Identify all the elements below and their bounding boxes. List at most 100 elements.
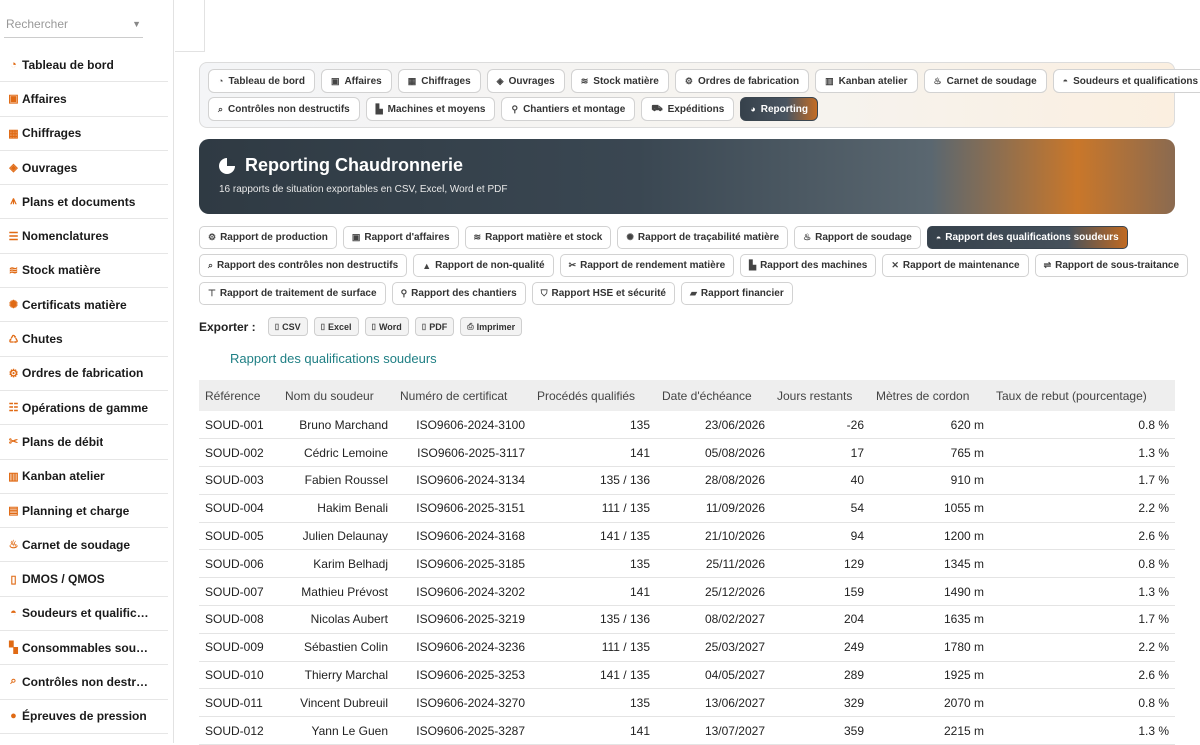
report-tab-rapport-de-maintenance[interactable]: ✕ Rapport de maintenance xyxy=(882,254,1029,277)
tab-soudeurs-et-qualifications[interactable]: ◓ Soudeurs et qualifications xyxy=(1052,69,1200,93)
fire-icon: ♨ xyxy=(8,539,19,552)
tab-carnet-de-soudage[interactable]: ♨ Carnet de soudage xyxy=(923,69,1047,93)
report-tab-rapport-d-affaires[interactable]: ▣ Rapport d'affaires xyxy=(342,226,459,249)
sidebar-item-operations-de-gamme[interactable]: ☷ Opérations de gamme xyxy=(0,391,168,426)
column-header-reference[interactable]: Référence xyxy=(199,380,279,411)
sidebar-item-plans-de-debit[interactable]: ✂ Plans de débit xyxy=(0,425,168,460)
table-cell-numero-de-certificat: ISO9606-2024-3202 xyxy=(394,577,531,607)
table-cell-jours-restants: 359 xyxy=(771,716,870,745)
tab-controles-non-destructifs[interactable]: ⌕ Contrôles non destructifs xyxy=(208,97,360,121)
table-cell-taux-de-rebut-pourcentage: 2.6 % xyxy=(990,661,1175,690)
tab-reporting[interactable]: ◕ Reporting xyxy=(740,97,818,121)
tab-ouvrages[interactable]: ◈ Ouvrages xyxy=(486,69,565,93)
report-tab-rapport-de-rendement-matiere[interactable]: ✂ Rapport de rendement matière xyxy=(559,254,735,277)
report-tab-rapport-des-chantiers[interactable]: ⚲ Rapport des chantiers xyxy=(391,282,526,305)
sidebar-item-ordres-de-fabrication[interactable]: ⚙ Ordres de fabrication xyxy=(0,357,168,391)
table-cell-nom-du-soudeur: Mathieu Prévost xyxy=(279,577,394,607)
table-cell-procedes-qualifies: 135 xyxy=(531,411,656,440)
tab-machines-et-moyens[interactable]: ▙ Machines et moyens xyxy=(365,97,496,121)
sidebar-item-controles-non-destr[interactable]: ⌕ Contrôles non destr… xyxy=(0,665,168,700)
table-cell-metres-de-cordon: 1780 m xyxy=(870,633,990,662)
sidebar-item-plans-et-documents[interactable]: ⩚ Plans et documents xyxy=(0,185,168,220)
tab-label: Soudeurs et qualifications xyxy=(1073,75,1199,87)
table-cell-numero-de-certificat: ISO9606-2025-3287 xyxy=(394,716,531,745)
tab-chiffrages[interactable]: ▦ Chiffrages xyxy=(397,69,481,93)
report-tab-rapport-matiere-et-stock[interactable]: ≋ Rapport matière et stock xyxy=(464,226,612,249)
table-cell-date-d-echeance: 05/08/2026 xyxy=(656,438,771,468)
report-tab-rapport-de-traitement-de-surface[interactable]: ⊤ Rapport de traitement de surface xyxy=(199,282,386,305)
report-tab-rapport-de-production[interactable]: ⚙ Rapport de production xyxy=(199,226,337,249)
export-imprimer-button[interactable]: ⎙ Imprimer xyxy=(460,317,523,336)
sidebar-item-chutes[interactable]: ♺ Chutes xyxy=(0,322,168,357)
list-check-icon: ☷ xyxy=(8,402,19,415)
report-tab-rapport-de-soudage[interactable]: ♨ Rapport de soudage xyxy=(794,226,921,249)
sidebar-item-carnet-de-soudage[interactable]: ♨ Carnet de soudage xyxy=(0,528,168,563)
gears-icon: ⚙ xyxy=(8,367,19,380)
sidebar-item-chiffrages[interactable]: ▦ Chiffrages xyxy=(0,117,168,151)
tab-affaires[interactable]: ▣ Affaires xyxy=(320,69,392,93)
sidebar-item-nomenclatures[interactable]: ☰ Nomenclatures xyxy=(0,219,168,254)
report-tab-rapport-de-sous-traitance[interactable]: ⇌ Rapport de sous-traitance xyxy=(1034,254,1189,277)
column-header-date-d-echeance[interactable]: Date d'échéance xyxy=(656,380,771,411)
tab-tableau-de-bord[interactable]: ◔ Tableau de bord xyxy=(208,69,315,93)
report-tab-rapport-de-tracabilite-matiere[interactable]: ✺ Rapport de traçabilité matière xyxy=(617,226,789,249)
sidebar-item-stock-matiere[interactable]: ≋ Stock matière xyxy=(0,254,168,289)
tab-kanban-atelier[interactable]: ▥ Kanban atelier xyxy=(815,69,918,93)
export-csv-button[interactable]: ▯ CSV xyxy=(267,317,308,336)
sidebar-item-soudeurs-et-qualific[interactable]: ◓ Soudeurs et qualific… xyxy=(0,597,168,632)
sidebar-item-label: Tableau de bord xyxy=(22,57,114,72)
tab-expeditions[interactable]: ⛟ Expéditions xyxy=(641,97,735,121)
table-cell-jours-restants: -26 xyxy=(771,411,870,440)
sidebar-item-consommables-sou[interactable]: ▚ Consommables sou… xyxy=(0,631,168,666)
helmet-icon: ◓ xyxy=(935,232,942,243)
tab-stock-matiere[interactable]: ≋ Stock matière xyxy=(570,69,669,93)
table-cell-metres-de-cordon: 2215 m xyxy=(870,716,990,745)
tab-ordres-de-fabrication[interactable]: ⚙ Ordres de fabrication xyxy=(674,69,810,93)
table-header-row: Référence Nom du soudeur Numéro de certifi… xyxy=(199,380,1175,411)
report-tab-rapport-des-controles-non-destructifs[interactable]: ⌕ Rapport des contrôles non destructifs xyxy=(199,254,408,277)
column-header-numero-de-certificat[interactable]: Numéro de certificat xyxy=(394,380,531,411)
column-header-metres-de-cordon[interactable]: Mètres de cordon xyxy=(870,380,990,411)
report-tab-label: Rapport des qualifications soudeurs xyxy=(945,232,1119,243)
table-cell-metres-de-cordon: 1925 m xyxy=(870,661,990,690)
helmet-icon: ◓ xyxy=(1062,76,1069,86)
sidebar-item-dmos-qmos[interactable]: ▯ DMOS / QMOS xyxy=(0,562,168,597)
sidebar-item-tableau-de-bord[interactable]: ◔ Tableau de bord xyxy=(0,48,168,83)
fire-icon: ♨ xyxy=(933,75,942,86)
sidebar-item-ouvrages[interactable]: ◈ Ouvrages xyxy=(0,151,168,186)
report-tab-rapport-de-non-qualite[interactable]: ▲ Rapport de non-qualité xyxy=(413,254,554,277)
report-tab-rapport-financier[interactable]: ▰ Rapport financier xyxy=(681,282,793,305)
column-header-taux-de-rebut-pourcentage[interactable]: Taux de rebut (pourcentage) xyxy=(990,380,1175,411)
sidebar-menu: ◔ Tableau de bord ▣ Affaires ▦ Chiffrages ◈ Ouv… xyxy=(0,48,173,734)
table-body: SOUD-001 Bruno Marchand ISO9606-2024-3100 1… xyxy=(199,411,1175,745)
report-tab-rapport-hse-et-securite[interactable]: ⛉ Rapport HSE et sécurité xyxy=(531,282,675,305)
table-columns-icon: ▥ xyxy=(825,75,834,86)
export-word-button[interactable]: ▯ Word xyxy=(364,317,409,336)
reporting-banner: Reporting Chaudronnerie 16 rapports de s… xyxy=(199,139,1175,214)
sidebar-item-planning-et-charge[interactable]: ▤ Planning et charge xyxy=(0,494,168,529)
recycle-icon: ♺ xyxy=(8,333,19,346)
report-tab-rapport-des-machines[interactable]: ▙ Rapport des machines xyxy=(740,254,877,277)
tab-label: Chantiers et montage xyxy=(523,103,626,115)
report-tab-label: Rapport HSE et sécurité xyxy=(551,288,666,299)
sidebar-item-affaires[interactable]: ▣ Affaires xyxy=(0,82,168,117)
table-cell-procedes-qualifies: 111 / 135 xyxy=(531,494,656,523)
table-cell-numero-de-certificat: ISO9606-2024-3270 xyxy=(394,688,531,718)
table-cell-date-d-echeance: 28/08/2026 xyxy=(656,466,771,495)
sidebar-item-label: Plans de débit xyxy=(22,434,104,449)
column-header-nom-du-soudeur[interactable]: Nom du soudeur xyxy=(279,380,394,411)
export-pdf-button[interactable]: ▯ PDF xyxy=(414,317,455,336)
export-excel-button[interactable]: ▯ Excel xyxy=(313,317,359,336)
sidebar-search-select[interactable]: Rechercher ▼ xyxy=(4,10,143,38)
table-cell-nom-du-soudeur: Julien Delaunay xyxy=(279,522,394,551)
column-header-procedes-qualifies[interactable]: Procédés qualifiés xyxy=(531,380,656,411)
column-header-jours-restants[interactable]: Jours restants xyxy=(771,380,870,411)
tab-chantiers-et-montage[interactable]: ⚲ Chantiers et montage xyxy=(501,97,636,121)
sidebar-item-kanban-atelier[interactable]: ▥ Kanban atelier xyxy=(0,460,168,494)
sidebar-item-certificats-matiere[interactable]: ✺ Certificats matière xyxy=(0,288,168,323)
sidebar-item-epreuves-de-pression[interactable]: ● Épreuves de pression xyxy=(0,700,168,734)
calendar-icon: ▤ xyxy=(8,505,19,517)
report-tab-rapport-des-qualifications-soudeurs[interactable]: ◓ Rapport des qualifications soudeurs xyxy=(926,226,1128,249)
report-table: Référence Nom du soudeur Numéro de certifi… xyxy=(199,380,1175,745)
table-cell-nom-du-soudeur: Vincent Dubreuil xyxy=(279,688,394,718)
